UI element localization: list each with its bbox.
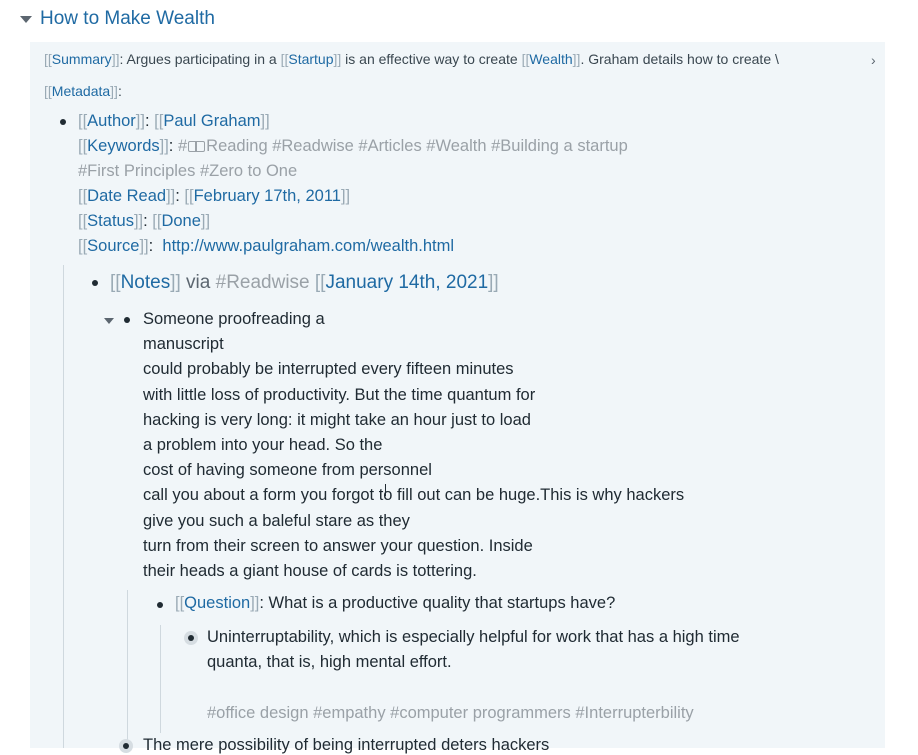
metadata-link[interactable]: Metadata: [52, 83, 110, 99]
status-value-link[interactable]: Done: [161, 212, 200, 230]
collapsed-bullet[interactable]: [184, 631, 198, 645]
chevron-right-icon[interactable]: ›: [871, 52, 876, 68]
indent-guide: [63, 265, 64, 748]
bullet-dot[interactable]: [157, 602, 163, 608]
metadata-line[interactable]: [[Metadata]]:: [44, 83, 122, 99]
answer-tags[interactable]: #office design #empathy #computer progra…: [207, 704, 694, 723]
highlight-line: a problem into your head. So the: [143, 436, 383, 455]
status-attr-link[interactable]: Status: [87, 212, 134, 230]
summary-link[interactable]: Summary: [52, 51, 112, 67]
source-line[interactable]: [[Source]]: http://www.paulgraham.com/we…: [78, 237, 454, 256]
bullet-dot[interactable]: [92, 280, 98, 286]
keywords-line[interactable]: [[Keywords]]: # Reading #Readwise #Articl…: [78, 137, 628, 156]
text-cursor-icon: [385, 484, 386, 496]
question-link[interactable]: Question: [184, 594, 250, 612]
collapsed-bullet[interactable]: [119, 739, 133, 753]
date-read-attr-link[interactable]: Date Read: [87, 187, 166, 205]
summary-fade: [853, 48, 873, 70]
page: How to Make Wealth [[Summary]]: Argues p…: [0, 0, 918, 754]
keywords-tags[interactable]: Reading #Readwise #Articles #Wealth #Bui…: [206, 137, 628, 155]
highlight-line: Someone proofreading a: [143, 310, 325, 328]
summary-line[interactable]: [[Summary]]: Argues participating in a […: [44, 51, 779, 67]
status-line[interactable]: [[Status]]: [[Done]]: [78, 212, 210, 231]
book-icon: [188, 141, 206, 152]
highlight-line: give you such a baleful stare as they: [143, 511, 410, 530]
keywords-attr-link[interactable]: Keywords: [87, 137, 159, 155]
collapse-caret-icon[interactable]: [104, 318, 114, 324]
source-url-link[interactable]: http://www.paulgraham.com/wealth.html: [162, 237, 454, 255]
startup-link[interactable]: Startup: [288, 51, 333, 67]
author-attr-link[interactable]: Author: [87, 112, 136, 130]
page-heading: How to Make Wealth: [20, 8, 215, 30]
date-read-value-link[interactable]: February 17th, 2011: [194, 187, 341, 205]
date-link[interactable]: January 14th, 2021: [325, 272, 488, 293]
answer-line-2[interactable]: quanta, that is, high mental effort.: [207, 653, 452, 672]
highlight-line: cost of having someone from personnel: [143, 461, 432, 480]
date-read-line[interactable]: [[Date Read]]: [[February 17th, 2011]]: [78, 187, 350, 206]
indent-guide: [127, 590, 128, 748]
bullet-dot[interactable]: [124, 317, 130, 323]
notes-link[interactable]: Notes: [121, 272, 171, 293]
author-line[interactable]: [[Author]]: [[Paul Graham]]: [78, 112, 270, 131]
author-value-link[interactable]: Paul Graham: [163, 112, 260, 130]
highlight-line: could probably be interrupted every fift…: [143, 360, 514, 379]
highlight-line: manuscript: [143, 335, 224, 354]
notes-header[interactable]: [[Notes]] via #Readwise [[January 14th, …: [110, 272, 499, 294]
highlight-line: with little loss of productivity. But th…: [143, 385, 536, 404]
highlight-line: hacking is very long: it might take an h…: [143, 410, 531, 429]
readwise-tag[interactable]: #Readwise: [216, 272, 310, 293]
highlight-block[interactable]: Someone proofreading a manuscript could …: [143, 307, 684, 584]
highlight-line: their heads a giant house of cards is to…: [143, 562, 477, 581]
question-line[interactable]: [[Question]]: What is a productive quali…: [175, 594, 615, 613]
collapse-caret-icon[interactable]: [20, 15, 32, 23]
page-title[interactable]: How to Make Wealth: [40, 8, 215, 30]
highlight-line: call you about a form you forgot to fill…: [143, 486, 685, 505]
source-attr-link[interactable]: Source: [87, 237, 139, 255]
answer-line-1[interactable]: Uninterruptability, which is especially …: [207, 628, 740, 647]
bullet-dot[interactable]: [60, 119, 66, 125]
highlight-line: turn from their screen to answer your qu…: [143, 536, 533, 555]
wealth-link[interactable]: Wealth: [529, 51, 572, 67]
next-highlight[interactable]: The mere possibility of being interrupte…: [143, 736, 549, 755]
keywords-tags-line2[interactable]: #First Principles #Zero to One: [78, 162, 297, 181]
indent-guide: [160, 625, 161, 733]
